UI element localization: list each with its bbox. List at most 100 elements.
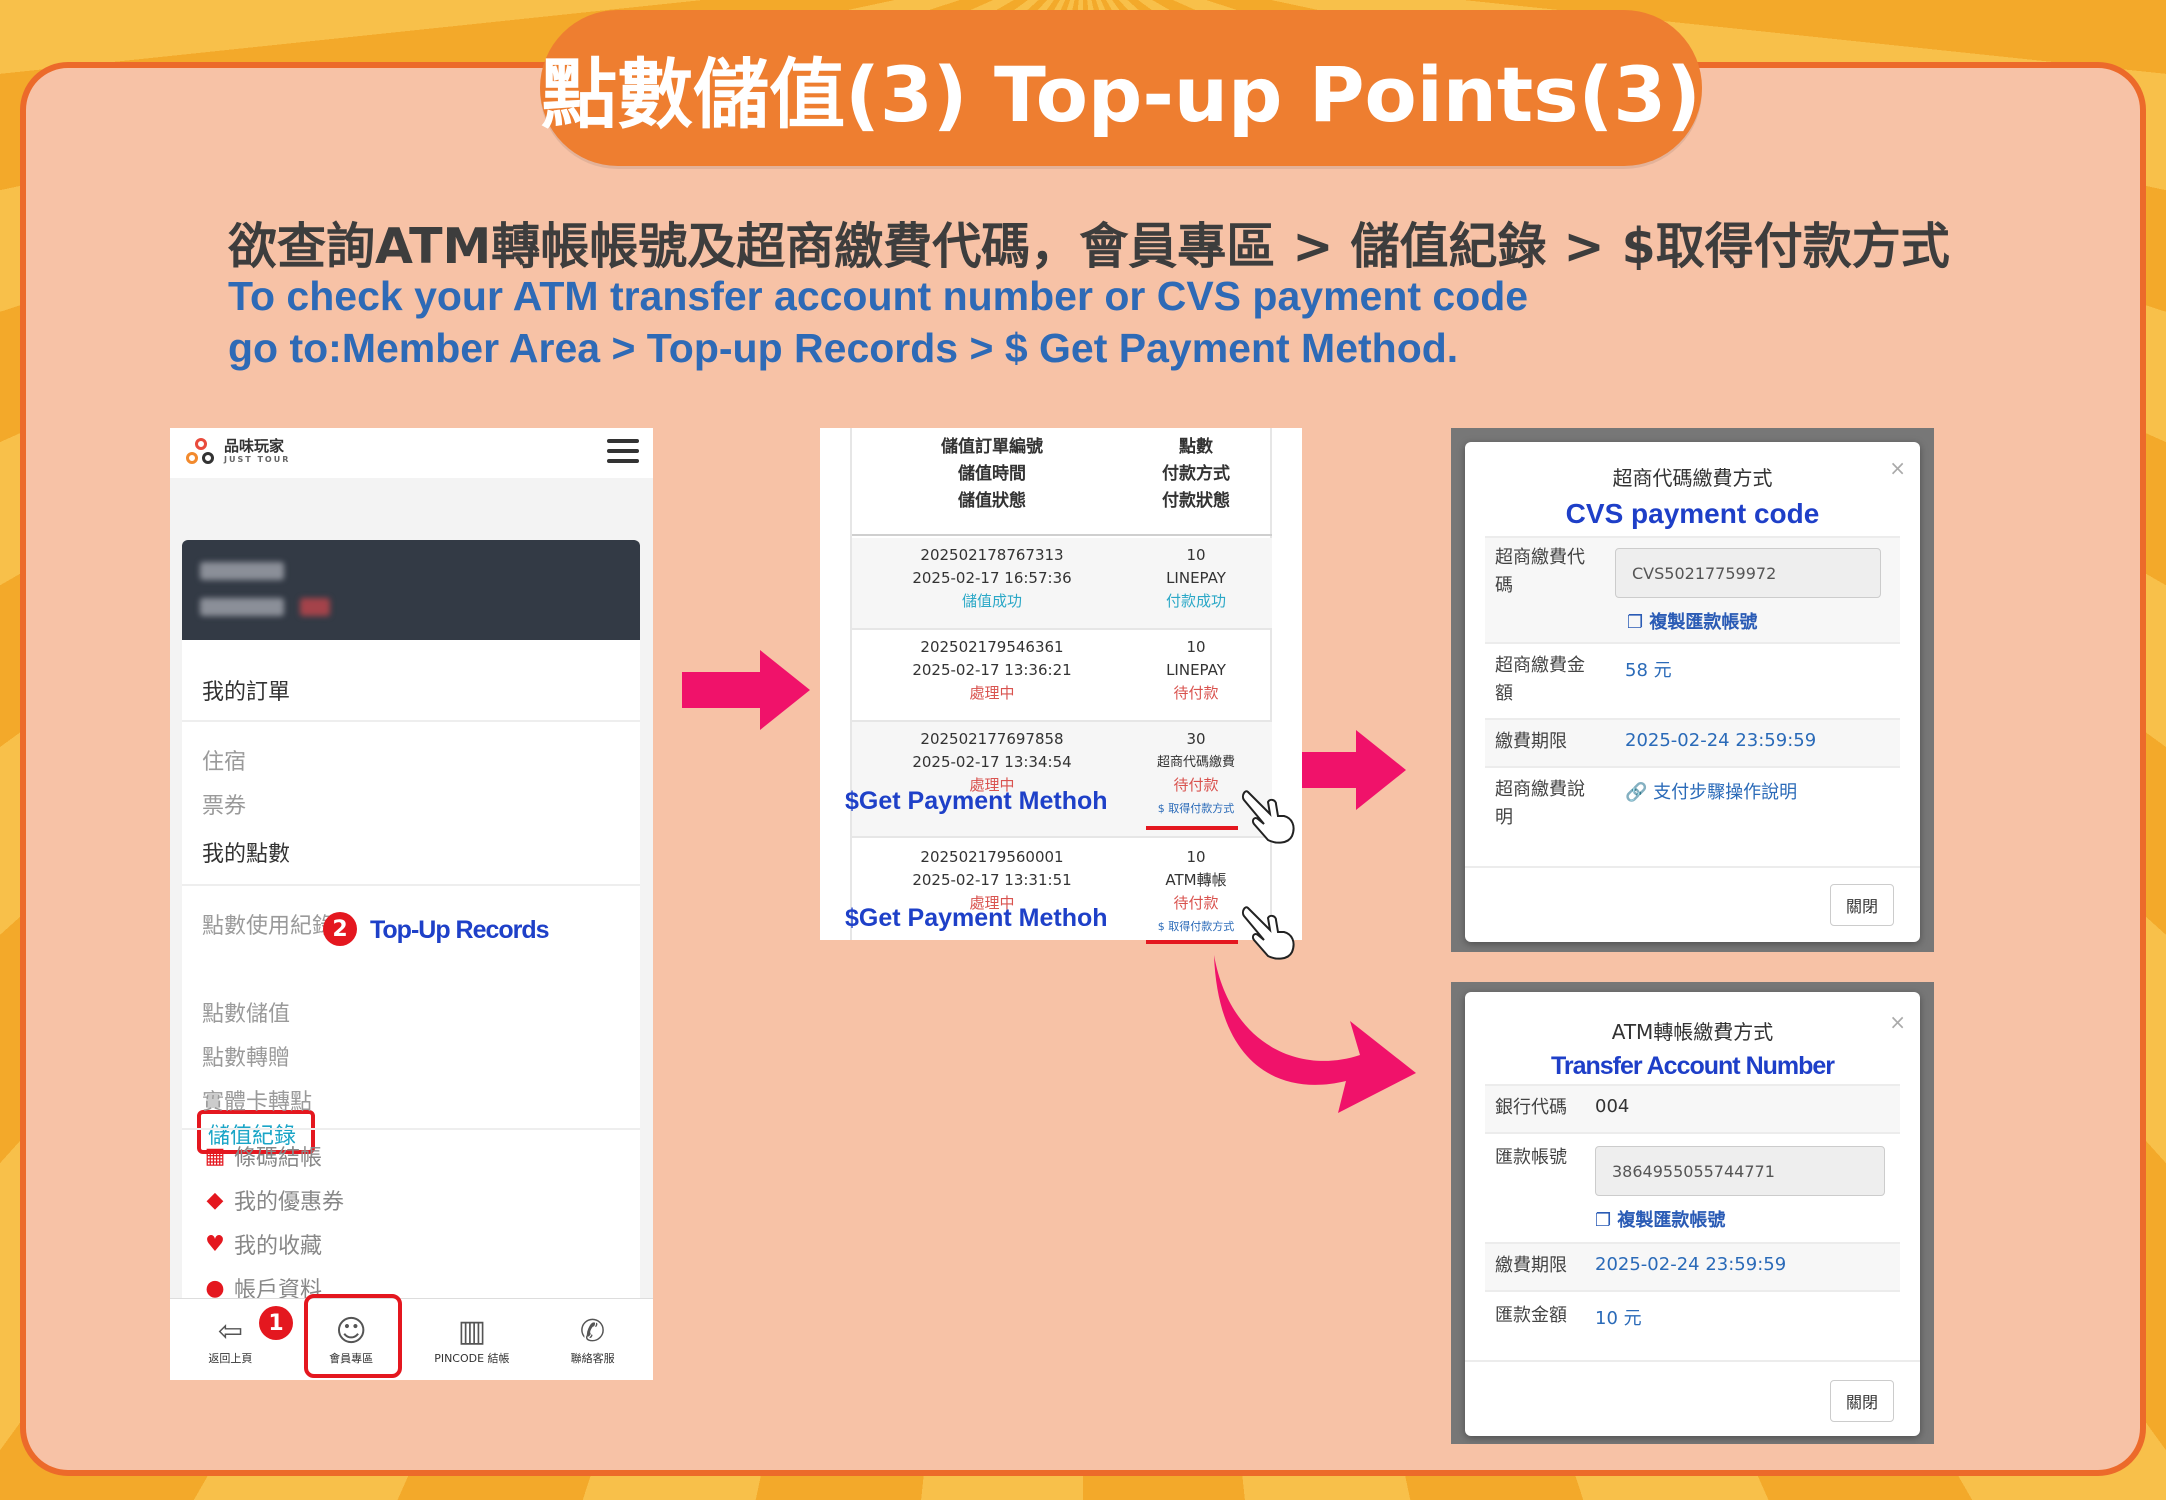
header-time: 儲值時間 [958, 464, 1026, 484]
cvs-code-field[interactable]: CVS50217759972 [1615, 548, 1881, 598]
link-icon: 🔗 [1625, 782, 1648, 803]
menu-points-usage[interactable]: 點數使用紀錄 [202, 908, 334, 940]
order-points: 10 [1186, 546, 1206, 564]
menu-favorites-label: 我的收藏 [234, 1234, 323, 1259]
member-area-highlight [304, 1294, 402, 1378]
menu-points-transfer[interactable]: 點數轉贈 [202, 1040, 290, 1072]
atm-bank-label: 銀行代碼 [1495, 1097, 1567, 1118]
order-pay-status: 付款成功 [1165, 592, 1226, 610]
menu-my-coupons[interactable]: ◆ 我的優惠券 [202, 1184, 344, 1216]
payment-steps-link[interactable]: 🔗 支付步驟操作說明 [1625, 778, 1797, 804]
menu-stay[interactable]: 住宿 [202, 744, 246, 776]
order-pay-status: 待付款 [1173, 776, 1219, 794]
logo-text: 品味玩家 JUST TOUR [224, 439, 290, 467]
order-method: LINEPAY [1166, 661, 1226, 679]
app-header: 品味玩家 JUST TOUR [170, 428, 653, 478]
get-payment-method-link[interactable]: $ 取得付款方式 [1136, 797, 1256, 820]
copy-account-button[interactable]: ❐ 複製匯款帳號 [1595, 1206, 1725, 1232]
user-icon: ● [205, 1275, 225, 1301]
order-method: 超商代碼繳費 [1156, 755, 1235, 770]
order-pay-status: 待付款 [1173, 684, 1219, 702]
pointing-hand-icon [1241, 790, 1295, 844]
order-method: ATM轉帳 [1165, 871, 1227, 889]
menu-divider [182, 1128, 640, 1130]
tab-contact-label: 聯絡客服 [570, 1351, 615, 1365]
cvs-modal-title: 超商代碼繳費方式 [1612, 466, 1773, 490]
qr-code-icon: ▦ [204, 1143, 226, 1169]
hamburger-menu-icon[interactable] [607, 436, 639, 466]
order-points: 10 [1186, 848, 1206, 866]
annotation-get-payment-1: $Get Payment Methoh [845, 787, 1108, 815]
copy-label: 複製匯款帳號 [1617, 1210, 1726, 1231]
logo-sub: JUST TOUR [224, 455, 291, 464]
logo-icon [186, 438, 216, 468]
menu-divider [182, 720, 640, 722]
close-icon[interactable]: × [1889, 1010, 1906, 1034]
atm-bank-row: 銀行代碼 004 [1485, 1084, 1900, 1132]
menu-barcode-checkout[interactable]: ▦ 條碼結帳 [202, 1140, 322, 1172]
atm-modal-backdrop: ATM轉帳繳費方式 × Transfer Account Number 銀行代碼… [1451, 982, 1934, 1444]
underline-highlight [1146, 940, 1238, 944]
topup-records-table: 儲值訂單編號 儲值時間 儲值狀態 點數 付款方式 付款狀態 2025021787… [820, 428, 1302, 940]
cvs-modal-backdrop: 超商代碼繳費方式 × CVS payment code 超商繳費代碼 CVS50… [1451, 428, 1934, 952]
order-method: LINEPAY [1166, 569, 1226, 587]
atm-account-field[interactable]: 3864955055744771 [1595, 1146, 1885, 1196]
blurred-info [200, 598, 284, 616]
order-id: 202502177697858 [920, 730, 1064, 748]
atm-deadline-label: 繳費期限 [1495, 1255, 1567, 1276]
header-method: 付款方式 [1162, 464, 1230, 484]
intro-chinese: 欲查詢ATM轉帳帳號及超商繳費代碼，會員專區 > 儲值紀錄 > $取得付款方式 [228, 218, 1950, 275]
tab-pincode-label: PINCODE 結帳 [434, 1351, 510, 1365]
barcode-icon: ▥ [457, 1313, 487, 1349]
menu-card-to-points[interactable]: 實體卡轉點 [202, 1084, 312, 1116]
order-status: 儲值成功 [961, 592, 1022, 610]
header-status: 儲值狀態 [958, 491, 1026, 511]
table-row: 202502178767313 2025-02-17 16:57:36 儲值成功… [852, 538, 1272, 630]
page-title: 點數儲值(3) Top-up Points(3) [540, 10, 1702, 166]
blurred-name [200, 562, 284, 580]
cvs-desc-label: 超商繳費說明 [1495, 779, 1585, 828]
close-button[interactable]: 關閉 [1830, 1380, 1894, 1422]
menu-my-points[interactable]: 我的點數 [202, 836, 290, 868]
order-id: 202502179560001 [920, 848, 1064, 866]
cvs-deadline-label: 繳費期限 [1495, 731, 1567, 752]
annotation-get-payment-2: $Get Payment Methoh [845, 904, 1108, 932]
table-row: 202502179546361 2025-02-17 13:36:21 處理中 … [852, 630, 1272, 722]
annotation-cvs-code: CVS payment code [1565, 498, 1820, 529]
order-points: 10 [1186, 638, 1206, 656]
blurred-badge [300, 598, 330, 616]
cvs-deadline-row: 繳費期限 2025-02-24 23:59:59 [1485, 718, 1900, 766]
phone-screenshot: 品味玩家 JUST TOUR 我的訂單 住宿 票券 我的點數 點數使用紀錄 儲值… [170, 428, 653, 1380]
tab-contact[interactable]: ✆ 聯絡客服 [532, 1299, 653, 1380]
tab-pincode[interactable]: ▥ PINCODE 結帳 [412, 1299, 533, 1380]
atm-amount-value: 10 元 [1595, 1308, 1642, 1329]
atm-payment-modal: ATM轉帳繳費方式 × Transfer Account Number 銀行代碼… [1465, 992, 1920, 1436]
copy-label: 複製匯款帳號 [1649, 612, 1758, 633]
menu-tickets[interactable]: 票券 [202, 788, 246, 820]
copy-code-button[interactable]: ❐ 複製匯款帳號 [1627, 608, 1757, 634]
member-profile-panel [182, 540, 640, 640]
atm-account-label: 匯款帳號 [1495, 1147, 1567, 1168]
close-icon[interactable]: × [1889, 456, 1906, 480]
atm-bank-value: 004 [1595, 1096, 1630, 1117]
tab-back-label: 返回上頁 [208, 1351, 253, 1365]
pointing-hand-icon [1241, 906, 1295, 960]
header-pay-status: 付款狀態 [1162, 491, 1230, 511]
atm-deadline-row: 繳費期限 2025-02-24 23:59:59 [1485, 1242, 1900, 1290]
get-payment-method-link[interactable]: $ 取得付款方式 [1136, 915, 1256, 938]
copy-icon: ❐ [1627, 612, 1644, 633]
menu-my-orders[interactable]: 我的訂單 [202, 674, 290, 706]
arrow-right-icon [682, 650, 810, 730]
menu-my-favorites[interactable]: ♥ 我的收藏 [202, 1228, 322, 1260]
order-time: 2025-02-17 13:34:54 [912, 753, 1072, 771]
order-points: 30 [1186, 730, 1206, 748]
close-button[interactable]: 關閉 [1830, 884, 1894, 926]
annotation-transfer-account: Transfer Account Number [1550, 1052, 1835, 1080]
order-status: 處理中 [969, 684, 1015, 702]
back-arrow-icon: ⇦ [217, 1313, 243, 1349]
member-menu: 我的訂單 住宿 票券 我的點數 點數使用紀錄 儲值紀錄 點數儲值 點數轉贈 實體… [182, 640, 640, 1320]
cvs-deadline-value: 2025-02-24 23:59:59 [1625, 730, 1817, 751]
menu-points-topup[interactable]: 點數儲值 [202, 996, 290, 1028]
order-time: 2025-02-17 16:57:36 [912, 569, 1072, 587]
header-order-id: 儲值訂單編號 [941, 437, 1043, 457]
